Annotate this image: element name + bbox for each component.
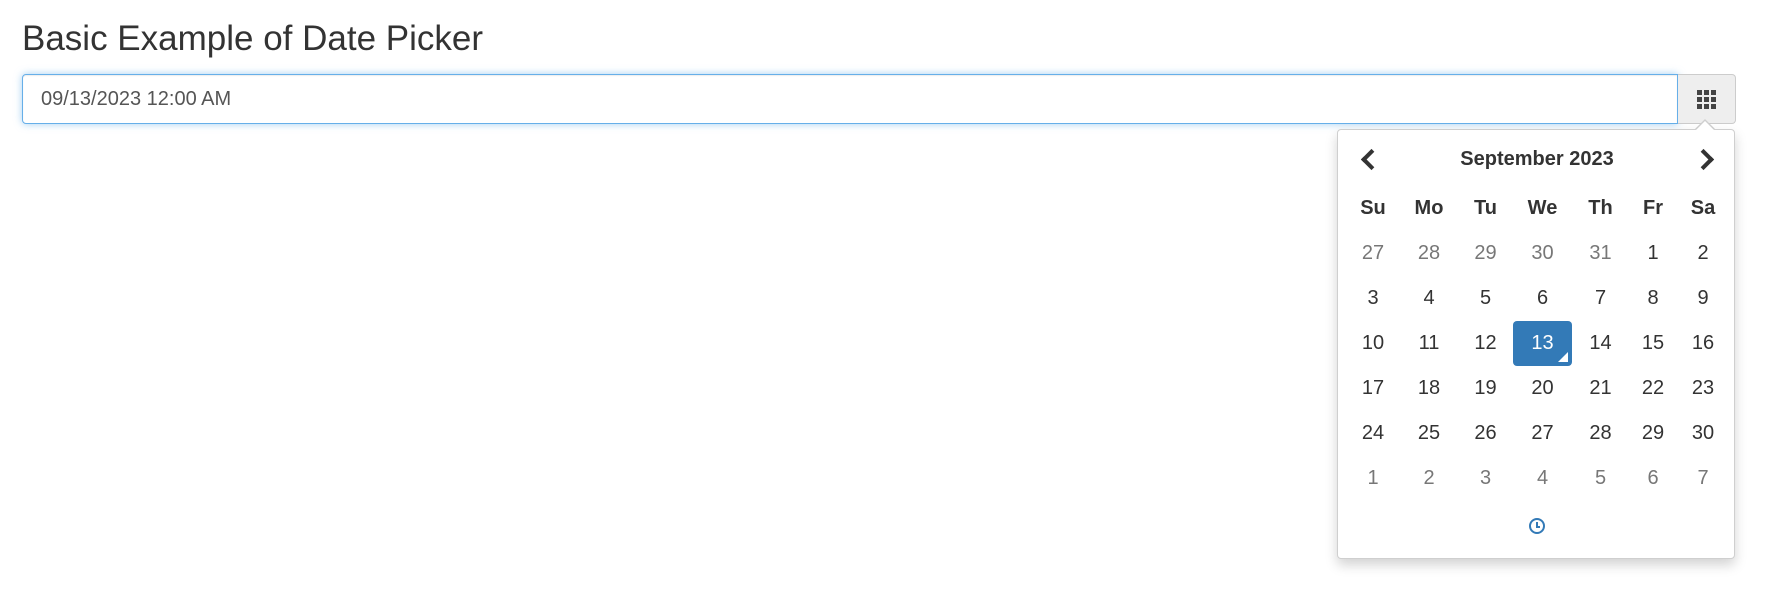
previous-month-button[interactable] [1346,142,1390,176]
open-picker-button[interactable] [1678,74,1736,124]
calendar-day[interactable]: 6 [1513,276,1572,321]
grid-icon [1697,89,1716,109]
calendar-day[interactable]: 12 [1458,321,1513,366]
calendar-day[interactable]: 28 [1400,231,1458,276]
calendar-week-row: 27 28 29 30 31 1 2 [1346,231,1729,276]
calendar-day[interactable]: 1 [1346,456,1400,501]
weekday-label: Sa [1690,197,1716,219]
calendar-day[interactable]: 27 [1513,411,1572,456]
calendar-day[interactable]: 4 [1400,276,1458,321]
picker-header: September 2023 [1338,130,1736,186]
calendar-day[interactable]: 29 [1629,411,1677,456]
calendar-day[interactable]: 28 [1572,411,1629,456]
calendar-day[interactable]: 27 [1346,231,1400,276]
chevron-right-icon [1692,148,1714,170]
calendar-week-row: 3456789 [1346,276,1729,321]
weekday-header-row: Su Mo Tu We Th Fr Sa [1346,186,1729,231]
calendar-day[interactable]: 11 [1400,321,1458,366]
calendar-day[interactable]: 15 [1629,321,1677,366]
weekday-label: Su [1360,197,1386,219]
calendar-week-row: 10 11 12 13 14 15 16 [1346,321,1729,366]
calendar-day[interactable]: 19 [1458,366,1513,411]
date-picker-popup: September 2023 Su Mo Tu We Th Fr Sa 27 28… [1337,129,1735,559]
calendar-day[interactable]: 24 [1346,411,1400,456]
calendar-day[interactable]: 2 [1677,231,1729,276]
chevron-left-icon [1360,148,1382,170]
calendar-day[interactable]: 26 [1458,411,1513,456]
calendar-day[interactable]: 8 [1629,276,1677,321]
calendar-day[interactable]: 6 [1629,456,1677,501]
picker-caret-inner [1696,121,1714,130]
calendar-day[interactable]: 31 [1572,231,1629,276]
weekday-label: Fr [1643,197,1663,219]
calendar-day[interactable]: 9 [1677,276,1729,321]
calendar-day[interactable]: 14 [1572,321,1629,366]
calendar-day[interactable]: 4 [1513,456,1572,501]
next-month-button[interactable] [1684,142,1728,176]
days-grid: 27 28 29 30 31 1 2 3 4 5 6 7 8 9 10 11 12 13 14 15 16 17 18 19 2… [1346,231,1729,501]
calendar-day[interactable]: 3 [1346,276,1400,321]
date-time-input[interactable] [22,74,1678,124]
calendar-day[interactable]: 1 [1629,231,1677,276]
calendar-day[interactable]: 20 [1513,366,1572,411]
calendar-day-selected[interactable]: 13 [1513,321,1572,366]
page: Basic Example of Date Picker September 2… [0,0,1766,603]
calendar-day[interactable]: 25 [1400,411,1458,456]
calendar-week-row: 1234567 [1346,456,1729,501]
calendar-day[interactable]: 18 [1400,366,1458,411]
weekday-label: Tu [1474,197,1497,219]
calendar-day[interactable]: 21 [1572,366,1629,411]
date-input-group [22,74,1736,124]
calendar-day[interactable]: 22 [1629,366,1677,411]
calendar-day[interactable]: 5 [1572,456,1629,501]
calendar-day[interactable]: 7 [1572,276,1629,321]
calendar-day[interactable]: 17 [1346,366,1400,411]
calendar-day[interactable]: 16 [1677,321,1729,366]
calendar-day[interactable]: 23 [1677,366,1729,411]
clock-icon [1529,518,1545,534]
calendar-day[interactable]: 7 [1677,456,1729,501]
weekday-label: Mo [1414,197,1444,219]
calendar-day[interactable]: 10 [1346,321,1400,366]
calendar-day[interactable]: 30 [1513,231,1572,276]
calendar-day[interactable]: 3 [1458,456,1513,501]
weekday-label: Th [1588,197,1613,219]
page-title: Basic Example of Date Picker [22,19,484,58]
calendar-week-row: 24 25 26 27 28 29 30 [1346,411,1729,456]
month-year-switch[interactable]: September 2023 [1398,142,1676,176]
weekday-label: We [1527,197,1558,219]
calendar-day[interactable]: 30 [1677,411,1729,456]
calendar-day[interactable]: 29 [1458,231,1513,276]
calendar-week-row: 17 18 19 20 21 22 23 [1346,366,1729,411]
calendar-day[interactable]: 5 [1458,276,1513,321]
time-toggle-button[interactable] [1515,509,1559,543]
calendar-day[interactable]: 2 [1400,456,1458,501]
